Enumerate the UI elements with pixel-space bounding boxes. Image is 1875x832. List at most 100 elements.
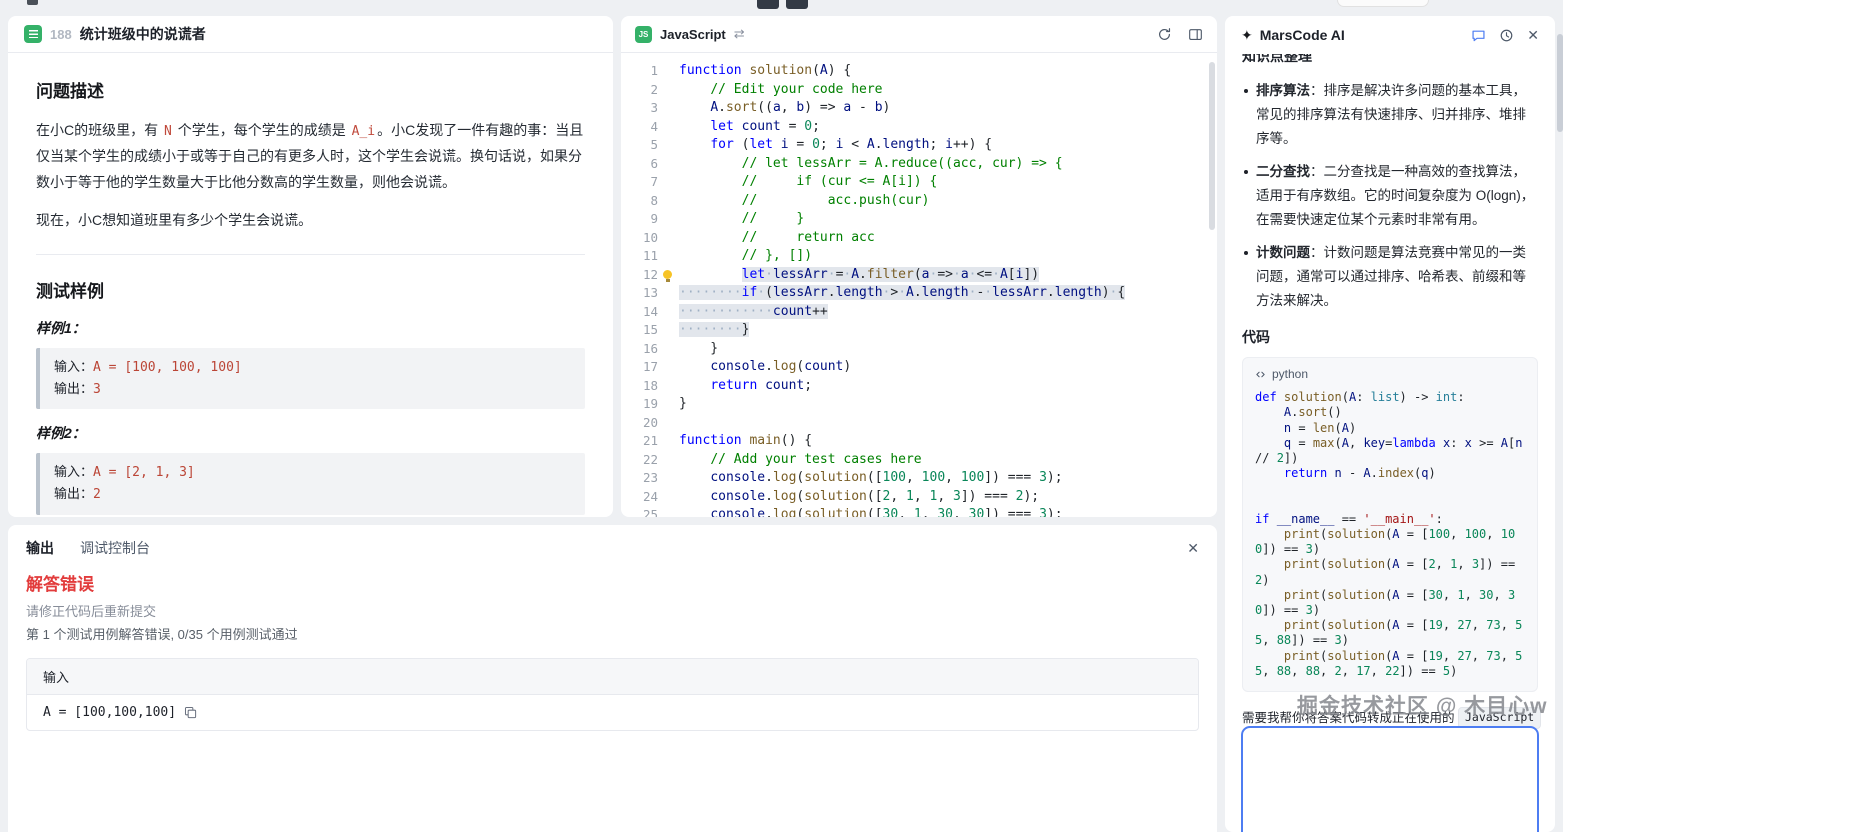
code-token: , xyxy=(1262,633,1276,647)
page-scrollbar-thumb[interactable] xyxy=(1557,34,1563,132)
selection-highlight: ········if·(lessArr.length·>·A.length·-·… xyxy=(679,285,1125,300)
code-token: , xyxy=(1436,557,1450,571)
code-editor-area[interactable]: 1function solution(A) {2 // Edit your co… xyxy=(621,53,1217,517)
code-token xyxy=(679,174,742,189)
code-token: solution xyxy=(1327,527,1385,541)
code-token: 3 xyxy=(1039,470,1047,485)
code-token: 100 xyxy=(1465,527,1487,541)
code-token: 100 xyxy=(922,470,945,485)
line-number: 17 xyxy=(621,358,658,377)
code-token: . xyxy=(765,470,773,485)
code-token xyxy=(1269,512,1276,526)
code-token: ( xyxy=(1335,436,1342,450)
copy-icon[interactable] xyxy=(184,706,197,719)
code-token: ); xyxy=(1023,489,1039,504)
quickfix-lightbulb-icon[interactable] xyxy=(663,270,672,279)
console-close-icon[interactable]: ✕ xyxy=(1187,541,1199,555)
code-token: ]) == xyxy=(1400,664,1443,678)
problem-number: 188 xyxy=(50,27,72,42)
code-token: log xyxy=(773,470,796,485)
code-token xyxy=(773,137,781,152)
sample-input-value: A = [100, 100, 100] xyxy=(93,360,242,375)
gutter xyxy=(658,321,679,340)
code-token: , xyxy=(953,507,969,517)
code-token: = xyxy=(781,119,804,134)
code-token: sort xyxy=(1298,405,1327,419)
code-token: ]) === xyxy=(961,489,1016,504)
code-token xyxy=(679,378,710,393)
code-token: max xyxy=(1313,436,1335,450)
line-number: 7 xyxy=(621,173,658,192)
language-tab[interactable]: JavaScript xyxy=(660,27,726,42)
code-token: if xyxy=(1255,512,1269,526)
code-token: ( xyxy=(1342,390,1349,404)
code-token: , xyxy=(1443,649,1457,663)
problem-doc-icon xyxy=(24,25,42,43)
line-number: 20 xyxy=(621,414,658,433)
python-code-line: print(solution(A = [100, 100, 100]) == 3… xyxy=(1255,527,1525,557)
code-token: ) xyxy=(843,359,851,374)
line-number: 5 xyxy=(621,136,658,155)
ai-panel-header: ✦ MarsCode AI ✕ xyxy=(1225,16,1555,54)
description-heading: 问题描述 xyxy=(36,77,585,102)
code-token: = xyxy=(1291,436,1313,450)
code-token xyxy=(679,119,710,134)
gutter xyxy=(658,284,679,303)
line-number: 8 xyxy=(621,192,658,211)
history-icon[interactable] xyxy=(1499,28,1514,43)
code-token: b xyxy=(875,100,883,115)
code-token: ········ xyxy=(679,285,742,300)
gutter xyxy=(658,247,679,266)
code-token: >= xyxy=(1472,436,1501,450)
code-token xyxy=(679,100,710,115)
code-line: 1function solution(A) { xyxy=(621,62,1217,81)
code-line: 17 console.log(count) xyxy=(621,358,1217,377)
sample-output-row: 输出：3 xyxy=(54,379,571,401)
code-token: 30 xyxy=(1479,588,1493,602)
layout-toggle-icon[interactable] xyxy=(1188,27,1203,42)
code-token xyxy=(1255,557,1284,571)
code-token: 17 xyxy=(1356,664,1370,678)
code-token: , xyxy=(898,507,914,517)
line-number: 14 xyxy=(621,303,658,322)
code-line: 8 // acc.push(cur) xyxy=(621,192,1217,211)
testcase-input-value: A = [100,100,100] xyxy=(43,705,176,720)
code-line-content: for (let i = 0; i < A.length; i++) { xyxy=(679,136,1217,155)
ai-chat-input[interactable] xyxy=(1241,726,1539,832)
desc-text: 个学生，每个学生的成绩是 xyxy=(174,122,350,138)
code-token: = [ xyxy=(1400,649,1429,663)
gutter xyxy=(658,395,679,414)
bullet-term: 计数问题 xyxy=(1256,245,1310,260)
gutter xyxy=(658,229,679,248)
code-token xyxy=(679,248,742,263)
ai-close-icon[interactable]: ✕ xyxy=(1527,27,1539,44)
code-token: } xyxy=(679,341,718,356)
code-token: A xyxy=(1342,436,1349,450)
tab-debug-console[interactable]: 调试控制台 xyxy=(80,538,150,558)
code-token: () xyxy=(1327,405,1341,419)
code-token: . xyxy=(828,285,836,300)
code-line-content: console.log(solution([100, 100, 100]) ==… xyxy=(679,469,1217,488)
browser-chrome-button-fragment xyxy=(786,0,808,9)
code-token: n xyxy=(1335,466,1342,480)
editor-scrollbar-thumb[interactable] xyxy=(1209,62,1215,230)
chat-icon[interactable] xyxy=(1471,28,1486,43)
python-code-block-header: python xyxy=(1255,367,1525,381)
reset-code-icon[interactable] xyxy=(1157,27,1172,42)
code-token: solution xyxy=(1327,618,1385,632)
code-token: ( xyxy=(1335,421,1342,435)
code-line-content: console.log(solution([2, 1, 1, 3]) === 2… xyxy=(679,488,1217,507)
gutter xyxy=(658,451,679,470)
code-token xyxy=(1255,588,1284,602)
sample-input-label: 输入： xyxy=(54,464,93,479)
code-token: , xyxy=(1501,649,1515,663)
code-token: print xyxy=(1284,588,1320,602)
testcase-input-row: A = [100,100,100] xyxy=(27,695,1198,730)
switch-language-icon[interactable]: ⇄ xyxy=(734,26,745,42)
python-code-line: def solution(A: list) -> int: xyxy=(1255,390,1525,405)
code-token: ([ xyxy=(867,507,883,517)
tab-output[interactable]: 输出 xyxy=(26,538,54,558)
code-token xyxy=(679,470,710,485)
code-token: A xyxy=(906,285,914,300)
code-line-content: A.sort((a, b) => a - b) xyxy=(679,99,1217,118)
